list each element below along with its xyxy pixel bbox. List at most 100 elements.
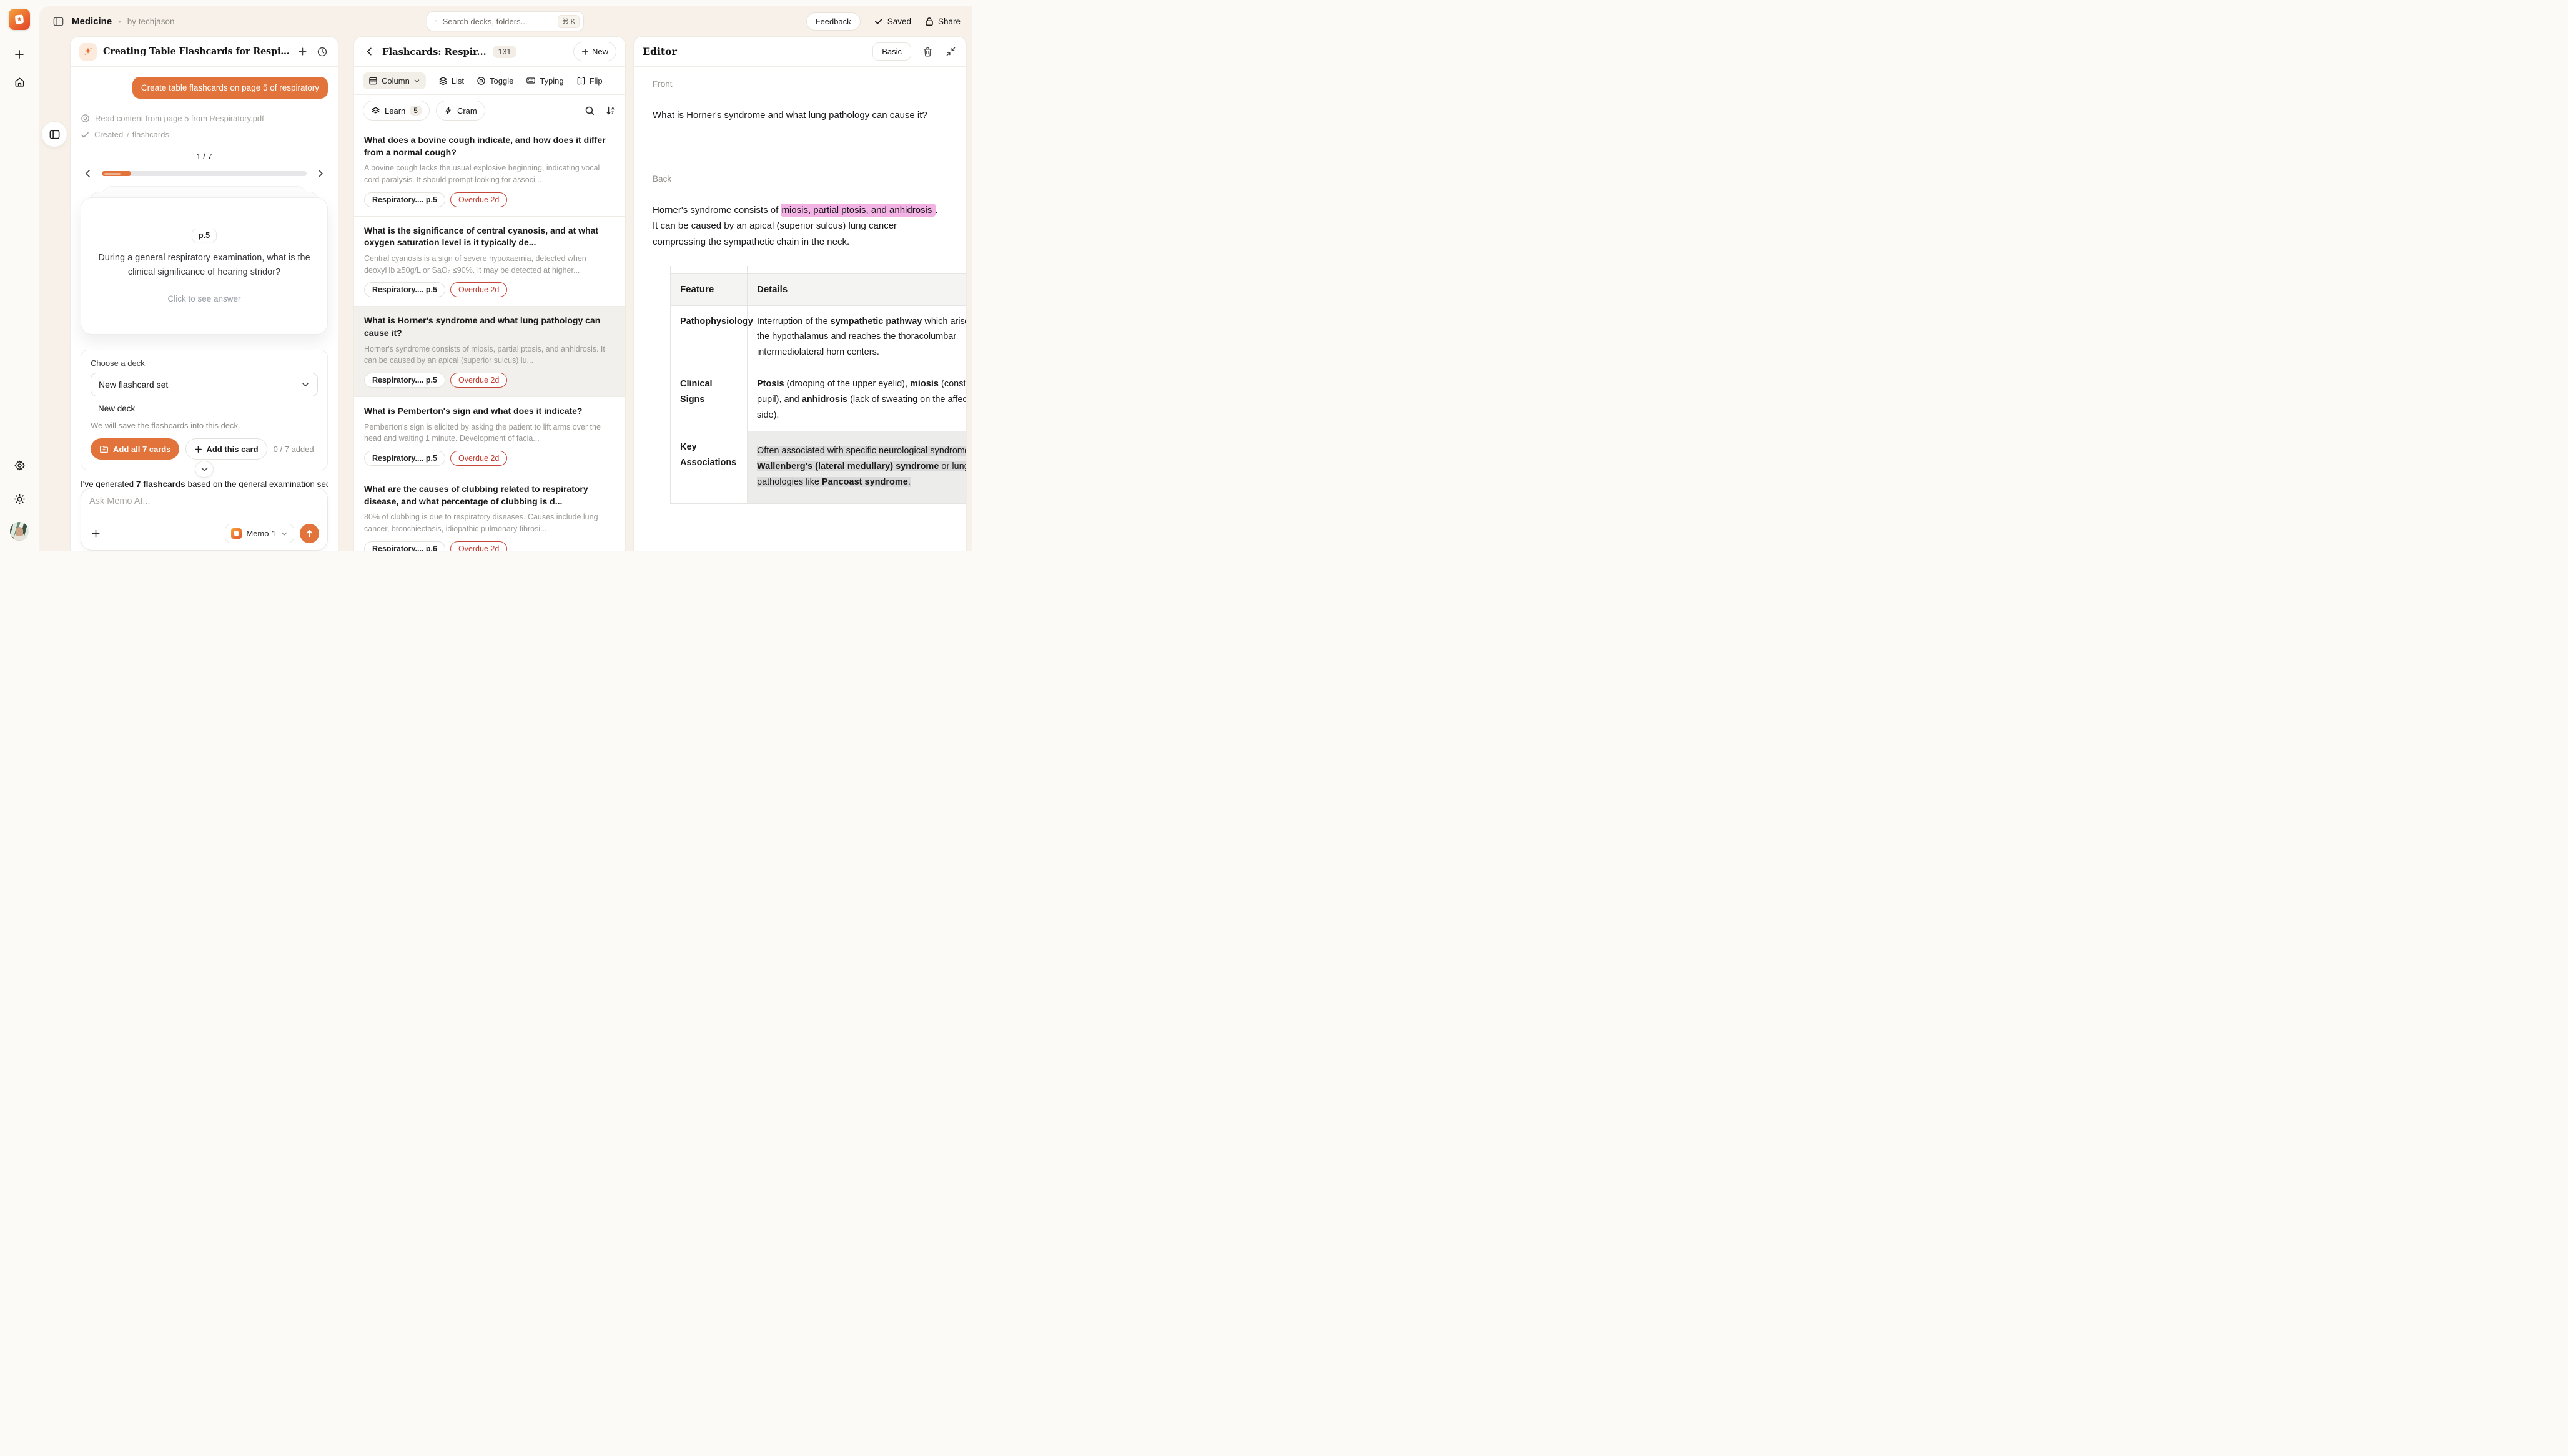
- new-deck-option[interactable]: New deck: [98, 404, 318, 413]
- user-avatar[interactable]: [10, 522, 29, 541]
- deck-tag-chip[interactable]: Respiratory.... p.5: [364, 282, 445, 297]
- list-title: Flashcards: Respir...: [382, 46, 486, 57]
- model-icon: [231, 528, 242, 539]
- flashcard-preview[interactable]: p.5 During a general respiratory examina…: [81, 197, 328, 335]
- front-field-text[interactable]: What is Horner's syndrome and what lung …: [653, 109, 947, 123]
- target-icon: [81, 114, 90, 123]
- chevron-down-icon: [200, 465, 209, 474]
- settings-button[interactable]: [9, 455, 30, 476]
- prev-card-button[interactable]: [81, 166, 96, 181]
- home-button[interactable]: [9, 71, 30, 92]
- overdue-badge: Overdue 2d: [450, 282, 507, 297]
- cram-button[interactable]: Cram: [436, 101, 485, 121]
- chevron-down-icon: [413, 77, 420, 84]
- lightning-icon: [444, 106, 453, 115]
- chevron-left-icon: [83, 169, 93, 179]
- flashcard-list-item[interactable]: What is the significance of central cyan…: [354, 217, 625, 307]
- new-chat-icon[interactable]: [296, 45, 309, 58]
- card-type-button[interactable]: Basic: [872, 42, 911, 61]
- flashcard-list-item[interactable]: What are the causes of clubbing related …: [354, 475, 625, 551]
- rail-bottom: [9, 455, 30, 541]
- tab-typing[interactable]: Typing: [526, 76, 563, 86]
- learn-button[interactable]: Learn 5: [363, 101, 430, 121]
- history-icon[interactable]: [315, 45, 329, 59]
- toggle-icon: [477, 76, 486, 86]
- workspace-title[interactable]: Medicine: [72, 16, 112, 27]
- table-row-selected: Key Associations Often associated with s…: [670, 431, 966, 504]
- agent-steps: Read content from page 5 from Respirator…: [81, 114, 328, 139]
- flashcard-question: During a general respiratory examination…: [95, 251, 314, 279]
- column-icon: [368, 76, 378, 86]
- deck-tag-chip[interactable]: Respiratory.... p.5: [364, 192, 445, 207]
- delete-card-icon[interactable]: [921, 45, 934, 59]
- learn-count: 5: [410, 106, 422, 116]
- workspace-author: by techjason: [127, 17, 175, 26]
- plus-icon: [581, 48, 589, 56]
- new-button[interactable]: [9, 44, 30, 65]
- overdue-badge: Overdue 2d: [450, 451, 507, 466]
- chevron-down-icon: [280, 530, 288, 538]
- tab-column[interactable]: Column: [363, 72, 426, 89]
- tab-toggle[interactable]: Toggle: [477, 76, 513, 86]
- search-input[interactable]: [443, 17, 553, 26]
- collapse-panel-icon[interactable]: [944, 45, 957, 58]
- flashcard-list-panel: Flashcards: Respir... 131 New Column Lis…: [353, 36, 626, 551]
- back-field-text[interactable]: Horner's syndrome consists of miosis, pa…: [653, 202, 940, 250]
- step-created-cards: Created 7 flashcards: [81, 130, 328, 139]
- share-button[interactable]: Share: [925, 17, 961, 26]
- flashcard-stack: p.5 During a general respiratory examina…: [81, 197, 328, 335]
- scroll-down-button[interactable]: [195, 461, 214, 478]
- page-chip: p.5: [192, 229, 217, 242]
- plus-icon: [194, 445, 202, 453]
- theme-toggle-icon[interactable]: [9, 488, 30, 509]
- chevron-right-icon: [315, 169, 325, 179]
- carousel-progress-fill: [102, 171, 131, 176]
- next-card-button[interactable]: [313, 166, 328, 181]
- panel-icon: [49, 129, 61, 140]
- new-card-button[interactable]: New: [573, 42, 616, 61]
- search-cards-icon[interactable]: [585, 106, 595, 116]
- step-read-content: Read content from page 5 from Respirator…: [81, 114, 328, 123]
- sidebar-toggle-icon[interactable]: [51, 14, 66, 29]
- feedback-button[interactable]: Feedback: [806, 12, 861, 31]
- sort-icon[interactable]: AZ: [605, 105, 616, 116]
- model-selector[interactable]: Memo-1: [225, 524, 294, 543]
- global-search[interactable]: ⌘ K: [427, 11, 584, 31]
- attach-plus-icon[interactable]: [89, 527, 102, 540]
- deck-tag-chip[interactable]: Respiratory.... p.5: [364, 451, 445, 466]
- sparkle-icon: [79, 43, 97, 61]
- chat-input[interactable]: [89, 496, 319, 506]
- deck-chooser-label: Choose a deck: [91, 358, 318, 368]
- carousel-progress-track[interactable]: [102, 171, 307, 176]
- app-logo-icon[interactable]: [9, 9, 30, 30]
- flashcard-list-item[interactable]: What does a bovine cough indicate, and h…: [354, 126, 625, 217]
- add-this-card-button[interactable]: Add this card: [185, 438, 267, 460]
- deck-note: We will save the flashcards into this de…: [91, 421, 318, 430]
- editor-title: Editor: [643, 46, 677, 57]
- chat-header: Creating Table Flashcards for Respirator…: [71, 37, 338, 67]
- back-arrow-icon[interactable]: [363, 45, 376, 58]
- flashcard-list-item[interactable]: What is Pemberton's sign and what does i…: [354, 397, 625, 475]
- send-button[interactable]: [300, 524, 319, 543]
- editor-panel: Editor Basic Front What is Horner's synd…: [633, 36, 967, 551]
- view-tabs: Column List Toggle Typing Flip: [354, 67, 625, 95]
- svg-text:A: A: [611, 107, 615, 111]
- flip-icon: [576, 76, 586, 86]
- app-root: Medicine • by techjason ⌘ K Feedback Sav…: [0, 0, 972, 551]
- chat-body: Create table flashcards on page 5 of res…: [71, 67, 338, 551]
- deck-tag-chip[interactable]: Respiratory.... p.6: [364, 541, 445, 551]
- search-icon: [435, 17, 438, 26]
- flashcard-list-item-selected[interactable]: What is Horner's syndrome and what lung …: [354, 307, 625, 397]
- added-count-status: 0 / 7 added: [274, 445, 314, 454]
- table-row: Clinical Signs Ptosis (drooping of the u…: [670, 368, 966, 431]
- deck-tag-chip[interactable]: Respiratory.... p.5: [364, 373, 445, 388]
- tab-flip[interactable]: Flip: [576, 76, 603, 86]
- chevron-down-icon: [301, 380, 310, 389]
- tab-list[interactable]: List: [438, 76, 464, 86]
- chat-panel-collapse-button[interactable]: [41, 121, 67, 147]
- deck-select[interactable]: New flashcard set: [91, 373, 318, 396]
- overdue-badge: Overdue 2d: [450, 192, 507, 207]
- add-all-cards-button[interactable]: Add all 7 cards: [91, 438, 179, 460]
- deck-chooser: Choose a deck New flashcard set New deck…: [81, 350, 328, 470]
- user-message-bubble: Create table flashcards on page 5 of res…: [132, 77, 328, 99]
